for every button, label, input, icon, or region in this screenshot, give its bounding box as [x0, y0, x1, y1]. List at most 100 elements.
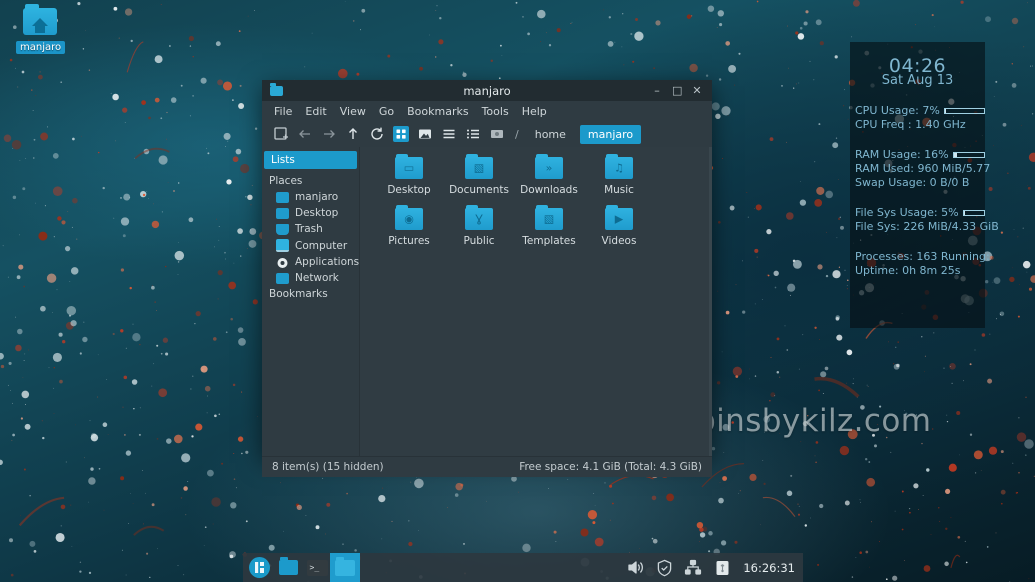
- conky-cpu-usage-row: CPU Usage: 7%: [855, 104, 985, 118]
- trash-icon: [276, 223, 289, 235]
- taskbar-panel: >_ 16:26:31: [243, 553, 803, 582]
- applications-gear-icon: [276, 257, 289, 268]
- desktop-icon-manjaro[interactable]: manjaro: [16, 4, 66, 54]
- window-titlebar[interactable]: manjaro – □ ✕: [262, 80, 712, 101]
- conky-cpu-freq-row: CPU Freq : 1.40 GHz: [855, 118, 985, 132]
- conky-cpu-usage-bar: [943, 108, 985, 114]
- conky-cpu-group: CPU Usage: 7% CPU Freq : 1.40 GHz: [855, 104, 985, 132]
- reload-icon[interactable]: [369, 126, 385, 142]
- folder-emblem: ◉: [404, 212, 414, 226]
- menu-item-bookmarks[interactable]: Bookmarks: [407, 105, 468, 118]
- menu-bar: File Edit View Go Bookmarks Tools Help: [262, 101, 712, 121]
- conky-ram-used-row: RAM Used: 960 MiB/5.77: [855, 162, 990, 176]
- file-manager-icon[interactable]: [275, 556, 301, 579]
- file-item-public[interactable]: Ɣ Public: [444, 205, 514, 247]
- sidebar-item-label: Desktop: [295, 207, 339, 219]
- wallpaper-watermark: Spinsbykilz.com: [676, 403, 932, 439]
- file-item-label: Music: [604, 184, 634, 196]
- conky-cpu-usage-fill: [944, 109, 947, 113]
- back-icon[interactable]: [297, 126, 313, 142]
- folder-emblem: ▧: [543, 212, 555, 226]
- menu-item-tools[interactable]: Tools: [482, 105, 509, 118]
- conky-uptime-row: Uptime: 0h 8m 25s: [855, 264, 985, 278]
- thumbnail-view-icon[interactable]: [417, 126, 433, 142]
- maximize-button[interactable]: □: [672, 84, 682, 97]
- file-grid-area[interactable]: ▭ Desktop ▧ Documents » Downloads ♫ Musi…: [360, 147, 712, 456]
- file-item-templates[interactable]: ▧ Templates: [514, 205, 584, 247]
- conky-memory-group: RAM Usage: 16% RAM Used: 960 MiB/5.77 Sw…: [855, 148, 990, 190]
- status-item-count: 8 item(s) (15 hidden): [272, 461, 384, 473]
- music-folder-icon: ♫: [605, 154, 633, 179]
- conky-fs-usage-row: File Sys Usage: 5%: [855, 206, 985, 220]
- conky-swap-label: Swap Usage: 0 B/0 B: [855, 176, 970, 189]
- file-item-label: Desktop: [387, 184, 431, 196]
- breadcrumb-manjaro[interactable]: manjaro: [579, 124, 642, 144]
- network-icon[interactable]: [683, 558, 703, 578]
- conky-ram-usage-bar: [952, 152, 985, 158]
- sidebar-item-label: Trash: [295, 223, 323, 235]
- conky-fs-used-label: File Sys: 226 MiB/4.33 GiB: [855, 220, 999, 233]
- manjaro-menu-icon[interactable]: [246, 556, 272, 579]
- new-tab-icon[interactable]: [273, 126, 289, 142]
- vertical-scrollbar[interactable]: [709, 147, 712, 456]
- sidebar-item-applications[interactable]: Applications: [262, 254, 359, 270]
- file-item-label: Templates: [522, 235, 576, 247]
- file-item-downloads[interactable]: » Downloads: [514, 154, 584, 196]
- menu-item-help[interactable]: Help: [522, 105, 547, 118]
- desktop-folder-icon: ▭: [395, 154, 423, 179]
- detailed-list-view-icon[interactable]: [441, 126, 457, 142]
- conky-ram-used-label: RAM Used: 960 MiB/5.77: [855, 162, 991, 175]
- forward-icon[interactable]: [321, 126, 337, 142]
- breadcrumb-home[interactable]: home: [529, 126, 572, 143]
- menu-item-edit[interactable]: Edit: [305, 105, 326, 118]
- task-button-manjaro[interactable]: [330, 553, 360, 582]
- file-item-pictures[interactable]: ◉ Pictures: [374, 205, 444, 247]
- toolbar: / home manjaro: [262, 121, 712, 147]
- minimize-button[interactable]: –: [652, 84, 662, 97]
- desktop-icon-label: manjaro: [16, 41, 66, 54]
- menu-item-view[interactable]: View: [340, 105, 366, 118]
- window-body: Lists Places manjaro Desktop Trash Compu…: [262, 147, 712, 456]
- file-item-videos[interactable]: ▶ Videos: [584, 205, 654, 247]
- usb-icon[interactable]: [712, 558, 732, 578]
- conky-processes-group: Processes: 163 Running: Uptime: 0h 8m 25…: [855, 250, 990, 278]
- sidebar-category-places: Places: [269, 175, 303, 187]
- file-item-documents[interactable]: ▧ Documents: [444, 154, 514, 196]
- home-folder-icon: [23, 4, 57, 35]
- file-grid: ▭ Desktop ▧ Documents » Downloads ♫ Musi…: [374, 154, 712, 259]
- compact-list-view-icon[interactable]: [465, 126, 481, 142]
- file-item-music[interactable]: ♫ Music: [584, 154, 654, 196]
- window-controls: – □ ✕: [652, 84, 712, 97]
- panel-clock[interactable]: 16:26:31: [741, 561, 795, 575]
- sidebar-item-network[interactable]: Network: [262, 270, 359, 286]
- file-item-label: Pictures: [388, 235, 430, 247]
- sidebar-item-label: Applications: [295, 256, 360, 268]
- conky-ram-usage-fill: [953, 153, 957, 157]
- desktop-folder-icon: [276, 207, 289, 219]
- volume-icon[interactable]: [625, 558, 645, 578]
- up-icon[interactable]: [345, 126, 361, 142]
- file-item-label: Public: [463, 235, 495, 247]
- sidebar: Lists Places manjaro Desktop Trash Compu…: [262, 147, 360, 456]
- sidebar-item-trash[interactable]: Trash: [262, 221, 359, 237]
- pictures-folder-icon: ◉: [395, 205, 423, 230]
- file-item-desktop[interactable]: ▭ Desktop: [374, 154, 444, 196]
- documents-folder-icon: ▧: [465, 154, 493, 179]
- location-icon[interactable]: [489, 126, 505, 142]
- sidebar-item-manjaro[interactable]: manjaro: [262, 189, 359, 205]
- folder-icon: [335, 556, 355, 576]
- sidebar-item-label: manjaro: [295, 191, 339, 203]
- sidebar-item-computer[interactable]: Computer: [262, 237, 359, 254]
- terminal-icon[interactable]: >_: [304, 556, 330, 579]
- sidebar-header-lists[interactable]: Lists: [264, 151, 357, 169]
- public-folder-icon: Ɣ: [465, 205, 493, 230]
- conky-fs-used-row: File Sys: 226 MiB/4.33 GiB: [855, 220, 999, 234]
- sidebar-item-desktop[interactable]: Desktop: [262, 205, 359, 221]
- menu-item-go[interactable]: Go: [379, 105, 394, 118]
- shield-icon[interactable]: [654, 558, 674, 578]
- conky-time: 04:26: [888, 55, 947, 77]
- close-button[interactable]: ✕: [692, 84, 702, 97]
- breadcrumb-root[interactable]: /: [515, 128, 519, 141]
- icon-view-icon[interactable]: [393, 126, 409, 142]
- menu-item-file[interactable]: File: [274, 105, 292, 118]
